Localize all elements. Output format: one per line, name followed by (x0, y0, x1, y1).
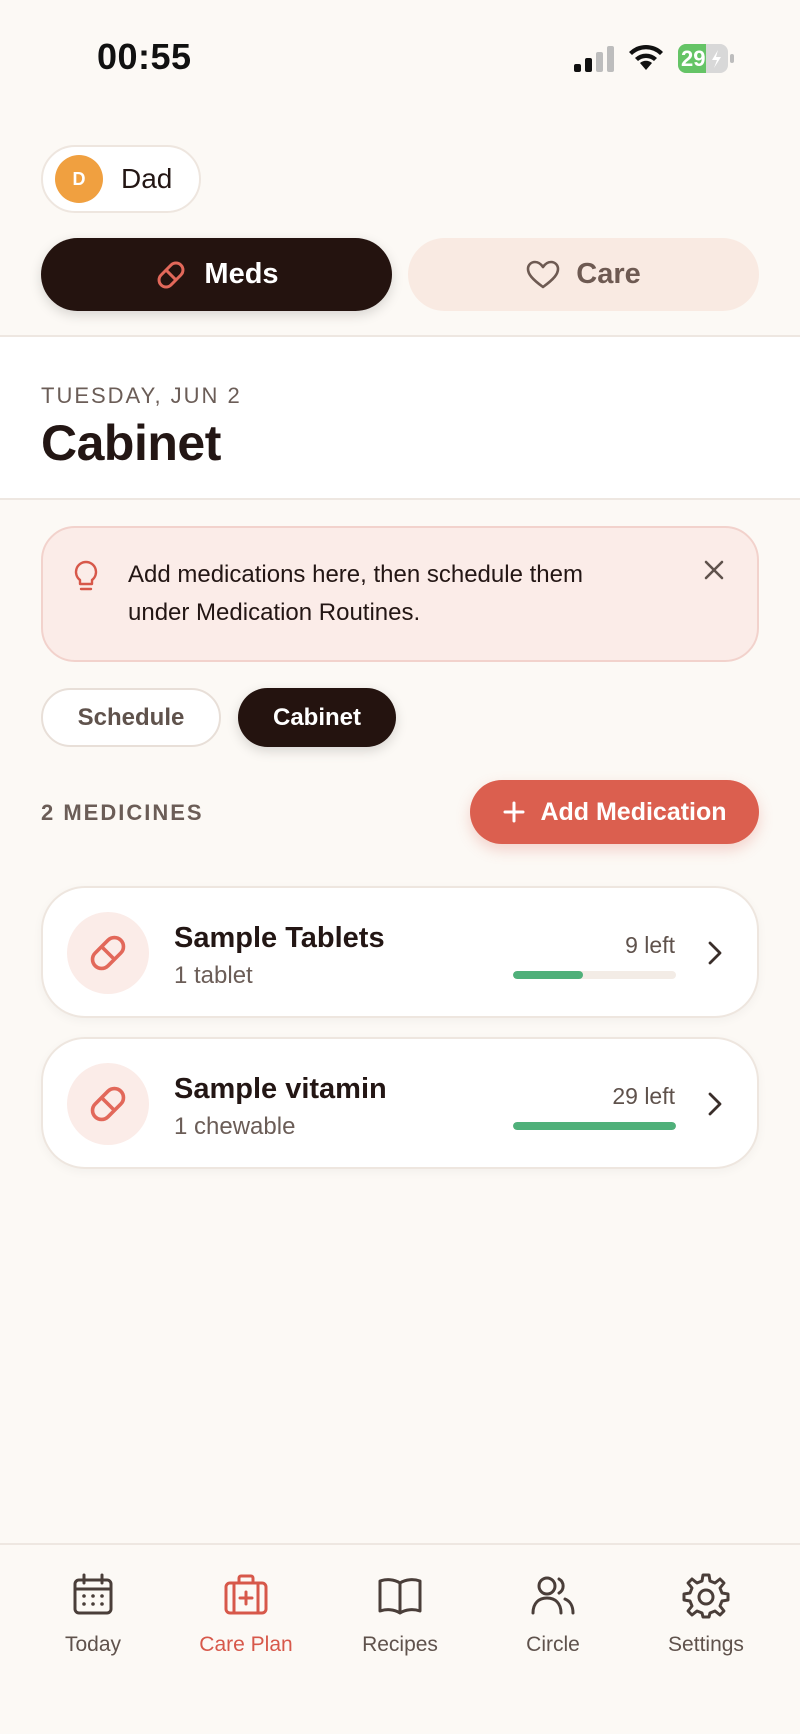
medicine-count: 2 MEDICINES (41, 800, 204, 825)
wifi-icon (629, 44, 663, 70)
avatar: D (55, 155, 103, 203)
nav-label: Recipes (362, 1633, 438, 1656)
add-medication-label: Add Medication (540, 797, 727, 826)
bottom-nav: Today Care Plan Recipes Circle Settings (0, 1543, 800, 1734)
medication-name: Sample vitamin (174, 1073, 387, 1105)
medication-avatar (67, 1063, 149, 1145)
add-medication-button[interactable]: Add Medication (470, 780, 759, 844)
lightbulb-icon (74, 560, 98, 591)
tab-care[interactable]: Care (408, 238, 759, 311)
close-icon[interactable] (700, 556, 728, 584)
book-icon (378, 1578, 422, 1615)
nav-care-plan[interactable]: Care Plan (176, 1571, 316, 1657)
gear-icon (682, 1573, 730, 1619)
nav-label: Settings (668, 1633, 744, 1656)
nav-circle[interactable]: Circle (483, 1571, 623, 1657)
medication-name: Sample Tablets (174, 922, 385, 954)
tab-schedule[interactable]: Schedule (41, 688, 221, 747)
page-title: Cabinet (41, 415, 221, 471)
status-time: 00:55 (97, 36, 192, 77)
supply-progress-bar (513, 971, 676, 979)
pill-icon (90, 935, 126, 971)
medication-remaining: 9 left (625, 932, 675, 958)
medication-dose: 1 chewable (174, 1113, 296, 1140)
medication-remaining: 29 left (612, 1083, 675, 1109)
tab-cabinet[interactable]: Cabinet (238, 688, 396, 747)
nav-settings[interactable]: Settings (636, 1571, 776, 1657)
medical-kit-icon (224, 1574, 268, 1615)
people-icon (531, 1576, 575, 1615)
divider (0, 498, 800, 500)
tab-care-label: Care (576, 258, 641, 290)
medication-card[interactable]: Sample Tablets 1 tablet 9 left (41, 886, 759, 1018)
nav-label: Circle (526, 1633, 580, 1656)
profile-switcher[interactable]: D Dad (41, 145, 201, 213)
medication-card[interactable]: Sample vitamin 1 chewable 29 left (41, 1037, 759, 1169)
medication-dose: 1 tablet (174, 962, 253, 989)
calendar-icon (73, 1573, 113, 1615)
battery-level: 29 (681, 46, 706, 71)
supply-progress-bar (513, 1122, 676, 1130)
tab-meds-label: Meds (204, 258, 279, 290)
date-label: TUESDAY, JUN 2 (41, 383, 242, 408)
cellular-signal-icon (574, 46, 614, 72)
heart-icon (526, 260, 560, 288)
pill-icon (90, 1086, 126, 1122)
nav-label: Today (64, 1633, 122, 1656)
tip-text: Add medications here, then schedule them… (128, 561, 583, 626)
tab-meds[interactable]: Meds (41, 238, 392, 311)
supply-progress-fill (513, 1122, 676, 1130)
nav-label: Care Plan (199, 1633, 293, 1656)
medication-avatar (67, 912, 149, 994)
chevron-right-icon (708, 941, 722, 965)
chevron-right-icon (708, 1092, 722, 1116)
nav-today[interactable]: Today (23, 1571, 163, 1657)
supply-progress-fill (513, 971, 584, 979)
battery-icon: 29 (678, 44, 734, 73)
plus-icon (503, 801, 525, 823)
nav-recipes[interactable]: Recipes (330, 1571, 470, 1657)
pill-icon (157, 261, 185, 288)
profile-name: Dad (121, 163, 173, 194)
